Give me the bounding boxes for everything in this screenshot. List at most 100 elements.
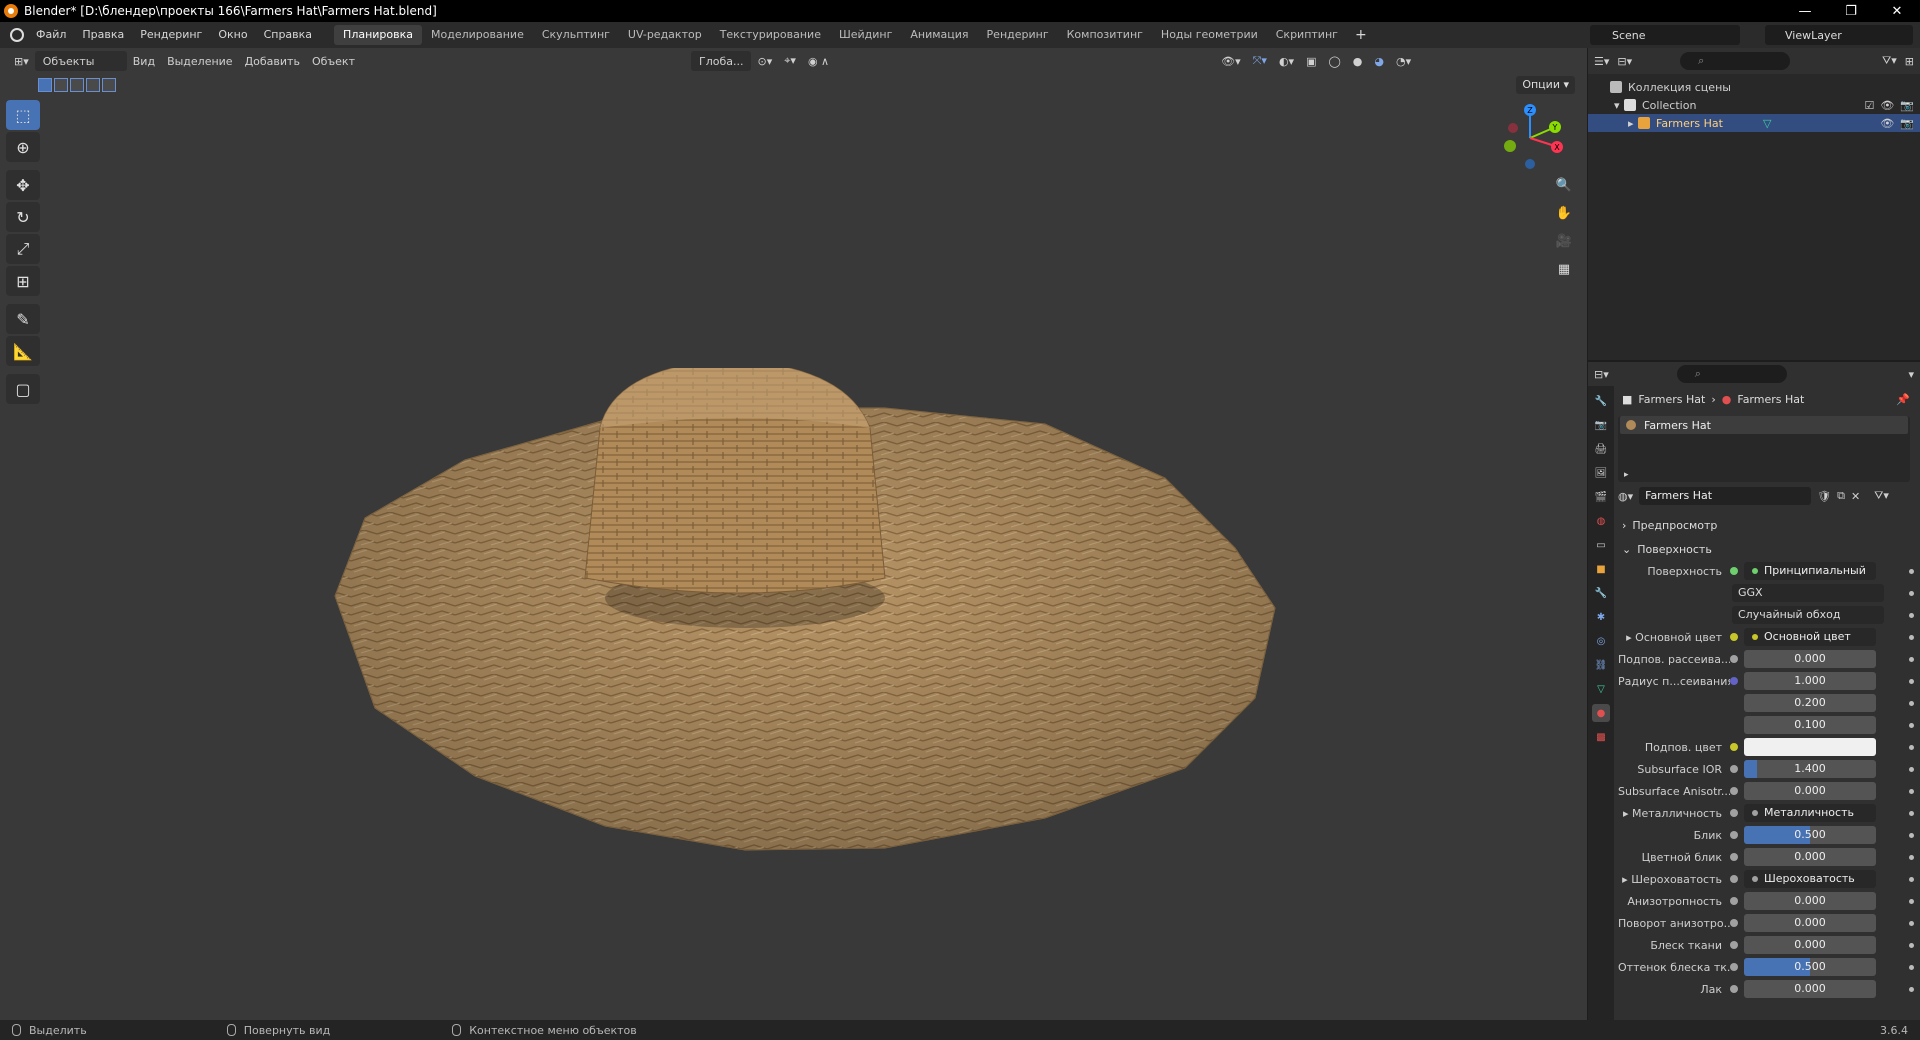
gizmo-neg-x-icon[interactable]	[1508, 123, 1518, 133]
menu-edit[interactable]: Правка	[74, 22, 132, 48]
keyframe-dot-icon[interactable]	[1909, 876, 1914, 882]
socket-icon[interactable]	[1730, 655, 1738, 663]
render-camera-icon[interactable]: 📷	[1900, 99, 1914, 112]
texture-tab-icon[interactable]: ▩	[1592, 728, 1610, 746]
shading-material-icon[interactable]: ◕	[1368, 51, 1390, 71]
number-field[interactable]: 0.000	[1744, 892, 1876, 910]
zoom-icon[interactable]: 🔍	[1553, 174, 1575, 196]
render-camera-icon[interactable]: 📷	[1900, 117, 1914, 130]
constraints-tab-icon[interactable]: ⛓	[1592, 656, 1610, 674]
visibility-eye-icon[interactable]: 👁	[1880, 99, 1894, 112]
socket-icon[interactable]	[1730, 633, 1738, 641]
linked-input-field[interactable]: Принципиальный BSDF	[1744, 562, 1876, 580]
mode-dropdown[interactable]: Объекты	[34, 51, 127, 71]
properties-editor-type-icon[interactable]: ⊟▾	[1594, 368, 1609, 381]
farmers-hat-model[interactable]	[325, 368, 1285, 988]
select-new-icon[interactable]	[38, 78, 52, 92]
collection-tab-icon[interactable]: ▭	[1592, 536, 1610, 554]
unlink-material-icon[interactable]: ✕	[1851, 490, 1860, 503]
object-tab-icon[interactable]: ■	[1592, 560, 1610, 578]
new-collection-icon[interactable]: ⊞	[1905, 55, 1914, 68]
exclude-checkbox-icon[interactable]: ☑	[1864, 99, 1874, 112]
tool-tab-icon[interactable]: 🔧	[1592, 392, 1610, 410]
proportional-edit-icon[interactable]: ◉ ∧	[802, 51, 835, 71]
keyframe-dot-icon[interactable]	[1909, 854, 1914, 860]
gizmo-neg-z-icon[interactable]	[1525, 159, 1535, 169]
keyframe-dot-icon[interactable]	[1909, 986, 1914, 992]
keyframe-dot-icon[interactable]	[1909, 678, 1914, 684]
visibility-icon[interactable]: 👁▾	[1215, 51, 1247, 71]
linked-input-field[interactable]: Металличность	[1744, 804, 1876, 822]
menu-file[interactable]: Файл	[28, 22, 74, 48]
keyframe-dot-icon[interactable]	[1909, 788, 1914, 794]
socket-icon[interactable]	[1730, 897, 1738, 905]
output-tab-icon[interactable]: 🖨	[1592, 440, 1610, 458]
enum-dropdown[interactable]: GGX	[1732, 584, 1884, 602]
outliner-search-input[interactable]: ⌕	[1680, 52, 1791, 70]
rotate-tool-icon[interactable]: ↻	[6, 202, 40, 232]
scene-selector[interactable]: Scene	[1590, 25, 1740, 45]
transform-tool-icon[interactable]: ⊞	[6, 266, 40, 296]
outliner-editor-type-icon[interactable]: ☰▾	[1594, 55, 1609, 68]
physics-tab-icon[interactable]: ◎	[1592, 632, 1610, 650]
keyframe-dot-icon[interactable]	[1909, 942, 1914, 948]
visibility-eye-icon[interactable]: 👁	[1880, 117, 1894, 130]
outliner-row-farmers-hat[interactable]: ▸ Farmers Hat ▽ 👁 📷	[1588, 114, 1920, 132]
mesh-data-icon[interactable]: ▽	[1763, 117, 1771, 130]
keyframe-dot-icon[interactable]	[1909, 656, 1914, 662]
cursor-tool-icon[interactable]: ⊕	[6, 132, 40, 162]
keyframe-dot-icon[interactable]	[1909, 810, 1914, 816]
socket-icon[interactable]	[1730, 743, 1738, 751]
socket-icon[interactable]	[1730, 919, 1738, 927]
panel-surface[interactable]: ⌄ Поверхность	[1618, 538, 1918, 560]
ortho-grid-icon[interactable]: ▦	[1553, 258, 1575, 280]
select-invert-icon[interactable]	[86, 78, 100, 92]
workspace-tab[interactable]: Скульптинг	[533, 25, 619, 45]
vector-component-field[interactable]: 0.100	[1744, 716, 1876, 734]
number-field[interactable]: 0.000	[1744, 936, 1876, 954]
menu-help[interactable]: Справка	[256, 22, 320, 48]
transform-orientation-dropdown[interactable]: Глоба...	[691, 51, 752, 71]
scene-tab-icon[interactable]: 🎬	[1592, 488, 1610, 506]
slot-expand-icon[interactable]: ▸	[1624, 470, 1629, 480]
select-extend-icon[interactable]	[54, 78, 68, 92]
editor-type-icon[interactable]: ⊞▾	[8, 51, 35, 71]
socket-icon[interactable]	[1730, 677, 1738, 685]
gizmo-neg-y-icon[interactable]	[1504, 140, 1516, 152]
linked-input-field[interactable]: Основной цвет	[1744, 628, 1876, 646]
add-cube-tool-icon[interactable]: ▢	[6, 374, 40, 404]
workspace-tab[interactable]: Планировка	[334, 25, 423, 45]
annotate-tool-icon[interactable]: ✎	[6, 304, 40, 334]
material-slot-list[interactable]: Farmers Hat ▸	[1618, 416, 1910, 482]
keyframe-dot-icon[interactable]	[1909, 612, 1914, 618]
expand-arrow-icon[interactable]: ▸	[1622, 873, 1631, 886]
number-field[interactable]: 0.500	[1744, 958, 1876, 976]
minimize-button[interactable]: —	[1782, 0, 1828, 22]
material-filter-icon[interactable]: ⛛▾	[1874, 489, 1889, 503]
keyframe-dot-icon[interactable]	[1909, 568, 1914, 574]
keyframe-dot-icon[interactable]	[1909, 898, 1914, 904]
panel-preview[interactable]: › Предпросмотр	[1618, 514, 1918, 536]
measure-tool-icon[interactable]: 📐	[6, 336, 40, 366]
expand-arrow-icon[interactable]: ▸	[1628, 117, 1638, 130]
menu-view[interactable]: Вид	[127, 51, 161, 71]
workspace-tab[interactable]: UV-редактор	[619, 25, 711, 45]
scale-tool-icon[interactable]: ⤢	[6, 234, 40, 264]
enum-dropdown[interactable]: Случайный обход	[1732, 606, 1884, 624]
socket-icon[interactable]	[1730, 853, 1738, 861]
render-tab-icon[interactable]: 📷	[1592, 416, 1610, 434]
fake-user-icon[interactable]: 🛡	[1817, 490, 1831, 503]
workspace-tab[interactable]: Рендеринг	[978, 25, 1058, 45]
data-tab-icon[interactable]: ▽	[1592, 680, 1610, 698]
pan-hand-icon[interactable]: ✋	[1553, 202, 1575, 224]
socket-icon[interactable]	[1730, 875, 1738, 883]
menu-select[interactable]: Выделение	[161, 51, 239, 71]
3d-viewport[interactable]: ⊞▾ Объекты Вид Выделение Добавить Объект…	[0, 48, 1587, 1020]
keyframe-dot-icon[interactable]	[1909, 832, 1914, 838]
add-workspace-icon[interactable]: +	[1347, 22, 1375, 48]
keyframe-dot-icon[interactable]	[1909, 722, 1914, 728]
browse-material-icon[interactable]: ◍▾	[1618, 490, 1633, 503]
number-field[interactable]: 1.400	[1744, 760, 1876, 778]
keyframe-dot-icon[interactable]	[1909, 920, 1914, 926]
expand-arrow-icon[interactable]: ▾	[1614, 99, 1624, 112]
